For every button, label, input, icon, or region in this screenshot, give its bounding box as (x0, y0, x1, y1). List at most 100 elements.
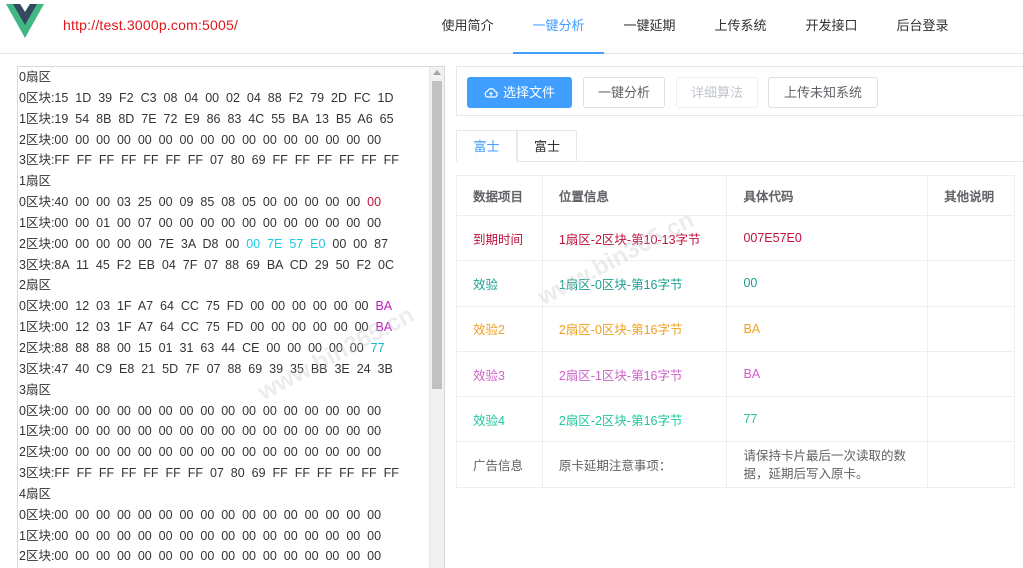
hex-line: 1区块:00 00 00 00 00 00 00 00 00 00 00 00 … (18, 421, 430, 442)
hex-line: 3扇区 (18, 380, 430, 401)
hex-text: 3区块:FF FF FF FF FF FF FF 07 80 69 FF FF … (19, 466, 399, 481)
cell-note (927, 306, 1015, 352)
hex-text: 4扇区 (19, 486, 51, 501)
header-item: 数据项目 (456, 175, 543, 216)
hex-line: 0区块:00 00 00 00 00 00 00 00 00 00 00 00 … (18, 401, 430, 422)
analysis-table: 数据项目 位置信息 具体代码 其他说明 到期时间 1扇区-2区块-第10-13字节… (456, 175, 1015, 489)
tab-fuji-1[interactable]: 富士 (456, 130, 517, 162)
select-file-label: 选择文件 (502, 85, 555, 100)
hex-text: 0区块:15 1D 39 F2 C3 08 04 00 02 04 88 F2 … (19, 90, 394, 105)
cell-item: 广告信息 (456, 441, 543, 489)
cell-position: 原卡延期注意事项： (542, 441, 728, 489)
table-row: 效验2 2扇区-0区块-第16字节 BA (456, 306, 1015, 352)
hex-line: 3区块:47 40 C9 E8 21 5D 7F 07 88 69 39 35 … (18, 359, 430, 380)
hex-text: 0扇区 (19, 70, 51, 84)
hex-line: 4扇区 (18, 484, 430, 505)
hex-dump-panel[interactable]: 0扇区 0区块:15 1D 39 F2 C3 08 04 00 02 04 88 … (17, 66, 445, 568)
nav-item-intro[interactable]: 使用简介 (422, 0, 513, 54)
hex-text: 3区块:47 40 C9 E8 21 5D 7F 07 88 69 39 35 … (19, 361, 393, 376)
hex-line: 2区块:00 00 00 00 00 00 00 00 00 00 00 00 … (18, 130, 430, 151)
hex-line: 1区块:00 00 01 00 07 00 00 00 00 00 00 00 … (18, 213, 430, 234)
analyze-button[interactable]: 一键分析 (583, 77, 665, 108)
hex-highlight: BA (375, 299, 393, 314)
cell-note (927, 396, 1015, 443)
cell-item: 到期时间 (456, 215, 543, 262)
detail-algorithm-button[interactable]: 详细算法 (676, 77, 758, 108)
hex-line: 0区块:15 1D 39 F2 C3 08 04 00 02 04 88 F2 … (18, 88, 430, 109)
hex-text: 1区块:00 00 00 00 00 00 00 00 00 00 00 00 … (19, 528, 382, 543)
table-row: 效验 1扇区-0区块-第16字节 00 (456, 260, 1015, 307)
tab-fuji-2[interactable]: 富士 (517, 130, 577, 162)
cell-note (927, 260, 1015, 307)
cell-position: 2扇区-2区块-第16字节 (542, 396, 728, 443)
cell-note (927, 441, 1015, 489)
hex-highlight: 00 (367, 195, 382, 210)
cell-code: 007E57E0 (726, 215, 929, 262)
hex-line: 1区块:19 54 8B 8D 7E 72 E9 86 83 4C 55 BA … (18, 109, 430, 130)
hex-line: 2区块:00 00 00 00 00 00 00 00 00 00 00 00 … (18, 546, 430, 567)
hex-text: 2区块:00 00 00 00 00 00 00 00 00 00 00 00 … (19, 445, 382, 460)
hex-line: 1区块:00 00 00 00 00 00 00 00 00 00 00 00 … (18, 526, 430, 547)
header-code: 具体代码 (726, 175, 929, 216)
hex-highlight: 00 7E 57 E0 (246, 236, 326, 251)
scroll-thumb[interactable] (432, 81, 442, 389)
hex-line: 3区块:FF FF FF FF FF FF FF 07 80 69 FF FF … (18, 150, 430, 171)
hex-line: 0扇区 (18, 67, 430, 88)
top-header: http://test.3000p.com:5005/ 使用简介 一键分析 一键… (0, 0, 1023, 54)
nav-item-upload[interactable]: 上传系统 (695, 0, 786, 54)
table-row: 效验3 2扇区-1区块-第16字节 BA (456, 351, 1015, 398)
table-header-row: 数据项目 位置信息 具体代码 其他说明 (456, 175, 1015, 216)
hex-dump-text: 0扇区 0区块:15 1D 39 F2 C3 08 04 00 02 04 88 … (18, 67, 430, 567)
hex-text: 0区块:00 00 00 00 00 00 00 00 00 00 00 00 … (19, 507, 382, 522)
hex-line: 2区块:88 88 88 00 15 01 31 63 44 CE 00 00 … (18, 338, 430, 359)
upload-cloud-icon (484, 88, 498, 98)
hex-line: 3区块:FF FF FF FF FF FF FF 07 80 69 FF FF … (18, 463, 430, 484)
cell-position: 1扇区-2区块-第10-13字节 (542, 215, 728, 262)
hex-text: 3扇区 (19, 382, 51, 397)
cell-position: 1扇区-0区块-第16字节 (542, 260, 728, 307)
table-row: 广告信息 原卡延期注意事项： 请保持卡片最后一次读取的数据，延期后写入原卡。 (456, 441, 1015, 489)
hex-text: 1区块:00 12 03 1F A7 64 CC 75 FD 00 00 00 … (19, 320, 376, 335)
nav-item-admin-login[interactable]: 后台登录 (877, 0, 968, 54)
nav-item-extend[interactable]: 一键延期 (604, 0, 695, 54)
hex-text: 1区块:00 00 01 00 07 00 00 00 00 00 00 00 … (19, 215, 382, 230)
select-file-button[interactable]: 选择文件 (467, 77, 572, 108)
hex-line: 2区块:00 00 00 00 00 7E 3A D8 00 00 7E 57 … (18, 234, 430, 255)
hex-line: 2区块:00 00 00 00 00 00 00 00 00 00 00 00 … (18, 442, 430, 463)
nav-item-analyze[interactable]: 一键分析 (513, 0, 604, 54)
hex-highlight: BA (375, 320, 393, 335)
hex-text: 2区块:00 00 00 00 00 00 00 00 00 00 00 00 … (19, 549, 382, 564)
site-url[interactable]: http://test.3000p.com:5005/ (63, 17, 238, 33)
hex-text: 0区块:00 12 03 1F A7 64 CC 75 FD 00 00 00 … (19, 299, 376, 314)
hex-text: 3区块:FF FF FF FF FF FF FF 07 80 69 FF FF … (19, 153, 399, 168)
hex-text: 2区块:00 00 00 00 00 00 00 00 00 00 00 00 … (19, 132, 382, 147)
cell-position: 2扇区-1区块-第16字节 (542, 351, 728, 398)
hex-highlight: 77 (370, 340, 385, 355)
cell-code: 00 (726, 260, 929, 307)
hex-text: 1扇区 (19, 174, 51, 189)
vue-logo-icon (6, 4, 44, 38)
cell-note (927, 215, 1015, 262)
scroll-up-icon[interactable] (433, 70, 441, 75)
upload-unknown-system-button[interactable]: 上传未知系统 (768, 77, 878, 108)
cell-item: 效验4 (456, 396, 543, 443)
cell-note (927, 351, 1015, 398)
toolbar: 选择文件 一键分析 详细算法 上传未知系统 (456, 66, 1023, 116)
hex-text: 0区块:00 00 00 00 00 00 00 00 00 00 00 00 … (19, 403, 382, 418)
hex-text: 00 00 87 (325, 236, 389, 251)
hex-line: 0区块:40 00 00 03 25 00 09 85 08 05 00 00 … (18, 192, 430, 213)
hex-text: 1区块:00 00 00 00 00 00 00 00 00 00 00 00 … (19, 424, 382, 439)
table-row: 效验4 2扇区-2区块-第16字节 77 (456, 396, 1015, 443)
hex-text: 1区块:19 54 8B 8D 7E 72 E9 86 83 4C 55 BA … (19, 111, 394, 126)
hex-line: 1扇区 (18, 171, 430, 192)
cell-item: 效验 (456, 260, 543, 307)
hex-text: 2扇区 (19, 278, 51, 293)
hex-scrollbar[interactable] (429, 67, 444, 568)
nav-item-api[interactable]: 开发接口 (786, 0, 877, 54)
hex-text: 3区块:8A 11 45 F2 EB 04 7F 07 88 69 BA CD … (19, 257, 394, 272)
hex-text: 0区块:40 00 00 03 25 00 09 85 08 05 00 00 … (19, 195, 368, 210)
header-note: 其他说明 (927, 175, 1015, 216)
cell-position: 2扇区-0区块-第16字节 (542, 306, 728, 352)
cell-item: 效验3 (456, 351, 543, 398)
hex-text: 2区块:00 00 00 00 00 7E 3A D8 00 (19, 236, 247, 251)
